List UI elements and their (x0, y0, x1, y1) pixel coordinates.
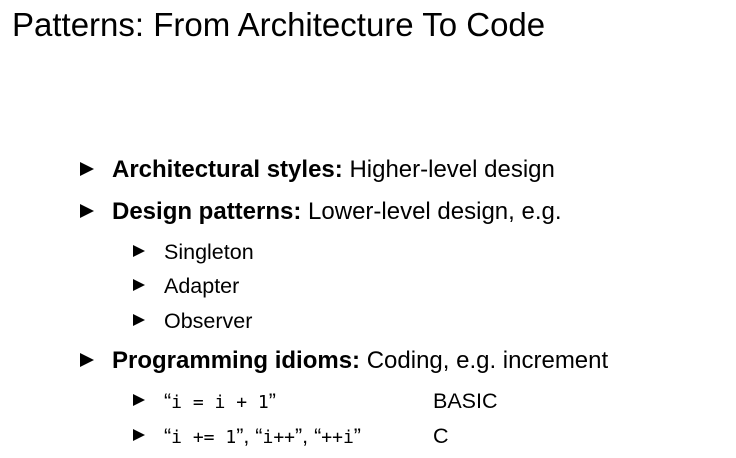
bullet-text: Higher-level design (349, 156, 555, 183)
code-example: “i = i + 1” (164, 389, 276, 413)
sub-bullet-c-idiom: “i += 1”, “i++”, “++i” (133, 422, 361, 452)
bullet-list: Architectural styles: Higher-level desig… (0, 0, 736, 458)
quote-close: ” (268, 389, 276, 413)
code-snippet: i++ (262, 427, 295, 448)
bullet-term: Architectural styles: (112, 156, 343, 183)
triangle-bullet-icon (133, 429, 145, 442)
triangle-bullet-icon (133, 314, 145, 327)
code-snippet: i = i + 1 (171, 392, 269, 413)
triangle-bullet-icon (80, 161, 94, 176)
sub-bullet-text: Singleton (164, 240, 254, 264)
triangle-bullet-icon (133, 394, 145, 407)
sub-bullet-singleton: Singleton (133, 238, 254, 266)
bullet-text: Coding, e.g. increment (366, 347, 609, 374)
language-label-basic: BASIC (433, 389, 498, 413)
sub-bullet-observer: Observer (133, 307, 252, 335)
bullet-architectural-styles: Architectural styles: Higher-level desig… (80, 155, 555, 185)
bullet-design-patterns: Design patterns: Lower-level design, e.g… (80, 197, 562, 227)
bullet-text: Lower-level design, e.g. (308, 198, 562, 225)
triangle-bullet-icon (133, 279, 145, 292)
bullet-programming-idioms: Programming idioms: Coding, e.g. increme… (80, 346, 608, 376)
code-example: “i += 1”, “i++”, “++i” (164, 424, 361, 448)
triangle-bullet-icon (80, 203, 94, 218)
code-snippet: ++i (321, 427, 354, 448)
triangle-bullet-icon (133, 245, 145, 258)
bullet-term: Programming idioms: (112, 347, 361, 374)
sub-bullet-adapter: Adapter (133, 272, 239, 300)
quote-separator: ”, “ (236, 424, 263, 448)
bullet-term: Design patterns: (112, 198, 302, 225)
triangle-bullet-icon (80, 352, 94, 367)
sub-bullet-text: Observer (164, 309, 253, 333)
code-snippet: i += 1 (171, 427, 237, 448)
sub-bullet-text: Adapter (164, 274, 240, 298)
language-label-c: C (433, 424, 449, 448)
quote-close: ” (353, 424, 361, 448)
sub-bullet-basic-idiom: “i = i + 1” (133, 387, 276, 417)
quote-separator: ”, “ (295, 424, 322, 448)
